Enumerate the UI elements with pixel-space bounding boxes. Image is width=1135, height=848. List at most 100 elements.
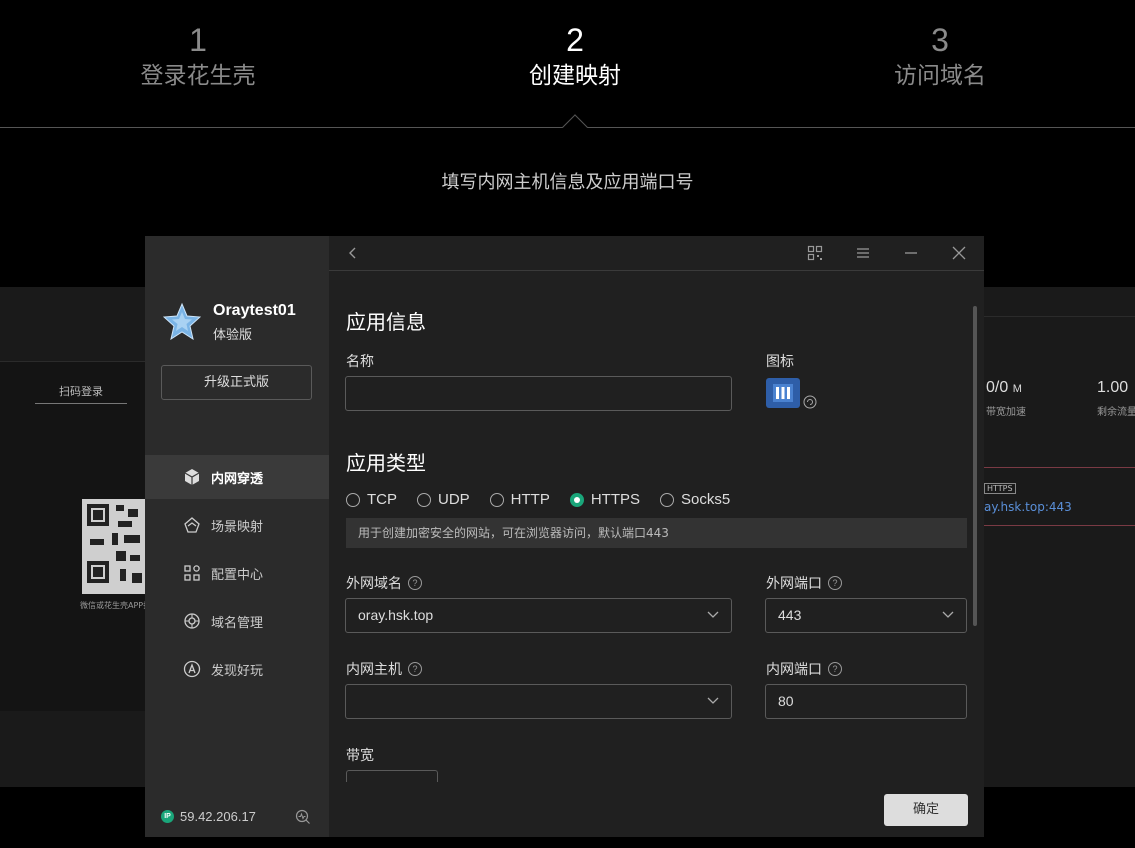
name-label: 名称 — [346, 354, 374, 370]
bandwidth-input[interactable] — [346, 770, 438, 782]
radio-label: TCP — [367, 491, 397, 508]
step-label: 访问域名 — [894, 63, 986, 89]
qr-code-button[interactable] — [807, 245, 823, 261]
close-button[interactable] — [951, 245, 967, 261]
star-avatar-icon — [163, 302, 201, 340]
radio-tcp[interactable]: TCP — [346, 491, 397, 508]
internal-host-select[interactable] — [345, 684, 732, 719]
input-value: 80 — [778, 693, 794, 709]
bandwidth-stat: 0/0 M — [986, 379, 1022, 397]
bandwidth-label: 带宽 — [346, 748, 374, 764]
divider — [984, 316, 1135, 317]
close-icon — [952, 246, 966, 260]
step-2: 2 创建映射 — [455, 20, 695, 92]
scan-login-tab: 扫码登录 — [35, 383, 127, 404]
ip-value: 59.42.206.17 — [180, 809, 256, 824]
back-button[interactable] — [345, 245, 361, 261]
qr-code — [82, 499, 145, 594]
scrollbar[interactable] — [973, 306, 977, 626]
refresh-icon[interactable] — [803, 395, 817, 409]
internal-host-label: 内网主机 ? — [346, 659, 422, 679]
app-server-icon — [773, 384, 793, 402]
chevron-left-icon — [349, 247, 356, 259]
qr-code-icon — [807, 245, 823, 261]
menu-button[interactable] — [855, 245, 871, 261]
grid-settings-icon — [184, 565, 200, 581]
network-monitor-icon[interactable] — [295, 809, 311, 825]
select-value: oray.hsk.top — [358, 607, 434, 623]
divider — [984, 525, 1135, 526]
domain-icon — [184, 613, 200, 629]
mapping-link: ay.hsk.top:443 — [984, 500, 1072, 514]
radio-label: Socks5 — [681, 491, 731, 508]
radio-label: HTTP — [510, 491, 550, 508]
cube-icon — [184, 469, 200, 485]
radio-circle-icon — [417, 492, 431, 507]
edition-label: 体验版 — [213, 328, 253, 343]
external-domain-select[interactable]: oray.hsk.top — [345, 598, 732, 633]
field-label-text: 外网域名 — [346, 576, 402, 592]
select-value: 443 — [778, 607, 802, 623]
radio-circle-icon — [346, 492, 360, 507]
sidebar-item-label: 配置中心 — [211, 567, 264, 583]
background-login-panel: 扫码登录 微信或花生壳APP扫码 — [0, 287, 145, 787]
field-label-text: 外网端口 — [766, 576, 822, 592]
step-label: 登录花生壳 — [140, 63, 256, 89]
confirm-button[interactable]: 确定 — [884, 794, 968, 826]
bandwidth-caption: 带宽加速 — [986, 407, 1026, 418]
menu-icon — [857, 248, 869, 258]
title-bar — [329, 236, 984, 271]
field-label-text: 内网端口 — [766, 662, 822, 678]
step-number: 1 — [189, 22, 207, 58]
ip-address: IP 59.42.206.17 — [161, 809, 256, 824]
external-domain-label: 外网域名 ? — [346, 573, 422, 593]
ip-badge-icon: IP — [161, 810, 174, 823]
chevron-down-icon — [707, 697, 719, 704]
sidebar-item-label: 场景映射 — [211, 519, 264, 535]
step-number: 2 — [566, 22, 584, 58]
help-icon[interactable]: ? — [828, 576, 842, 590]
radio-http[interactable]: HTTP — [489, 491, 550, 508]
username: Oraytest01 — [213, 302, 296, 319]
radio-label: HTTPS — [590, 491, 641, 508]
sidebar: Oraytest01 体验版 升级正式版 内网穿透 场景映射 配置中心 域名管理 — [145, 236, 329, 837]
radio-circle-icon — [660, 492, 675, 507]
app-type-hint: 用于创建加密安全的网站，可在浏览器访问，默认端口443 — [346, 518, 967, 548]
step-number: 3 — [931, 22, 949, 58]
field-label-text: 内网主机 — [346, 662, 402, 678]
sidebar-item-intranet-penetration[interactable]: 内网穿透 — [145, 455, 329, 499]
icon-label: 图标 — [766, 354, 794, 370]
app-type-radio-group: TCP UDP HTTP HTTPS Socks5 — [346, 491, 750, 508]
name-input[interactable] — [345, 376, 732, 411]
app-icon-picker[interactable] — [766, 378, 800, 408]
app-info-title: 应用信息 — [346, 310, 426, 334]
bandwidth-value: 0/0 — [986, 379, 1009, 396]
help-icon[interactable]: ? — [408, 576, 422, 590]
chevron-down-icon — [707, 611, 719, 618]
external-port-label: 外网端口 ? — [766, 573, 842, 593]
step-1: 1 登录花生壳 — [78, 20, 318, 92]
radio-socks5[interactable]: Socks5 — [660, 491, 730, 508]
internal-port-input[interactable]: 80 — [765, 684, 967, 719]
page: 1 登录花生壳 2 创建映射 3 访问域名 填写内网主机信息及应用端口号 扫码登… — [0, 0, 1135, 848]
sidebar-item-label: 域名管理 — [211, 615, 264, 631]
sidebar-item-label: 发现好玩 — [211, 663, 264, 679]
radio-https[interactable]: HTTPS — [569, 491, 641, 508]
help-icon[interactable]: ? — [408, 662, 422, 676]
step-subtitle: 填写内网主机信息及应用端口号 — [441, 172, 694, 193]
scene-icon — [184, 517, 200, 533]
internal-port-label: 内网端口 ? — [766, 659, 842, 679]
step-3: 3 访问域名 — [820, 20, 1060, 92]
sidebar-item-domain-management[interactable]: 域名管理 — [145, 599, 329, 643]
sidebar-item-discover[interactable]: 发现好玩 — [145, 647, 329, 691]
sidebar-item-scene-mapping[interactable]: 场景映射 — [145, 503, 329, 547]
step-header: 1 登录花生壳 2 创建映射 3 访问域名 — [0, 0, 1135, 128]
minimize-button[interactable] — [903, 245, 919, 261]
help-icon[interactable]: ? — [828, 662, 842, 676]
radio-udp[interactable]: UDP — [417, 491, 470, 508]
sidebar-item-config-center[interactable]: 配置中心 — [145, 551, 329, 595]
protocol-badge: HTTPS — [984, 483, 1016, 494]
app-type-title: 应用类型 — [346, 451, 426, 475]
upgrade-button[interactable]: 升级正式版 — [161, 365, 312, 400]
external-port-select[interactable]: 443 — [765, 598, 967, 633]
